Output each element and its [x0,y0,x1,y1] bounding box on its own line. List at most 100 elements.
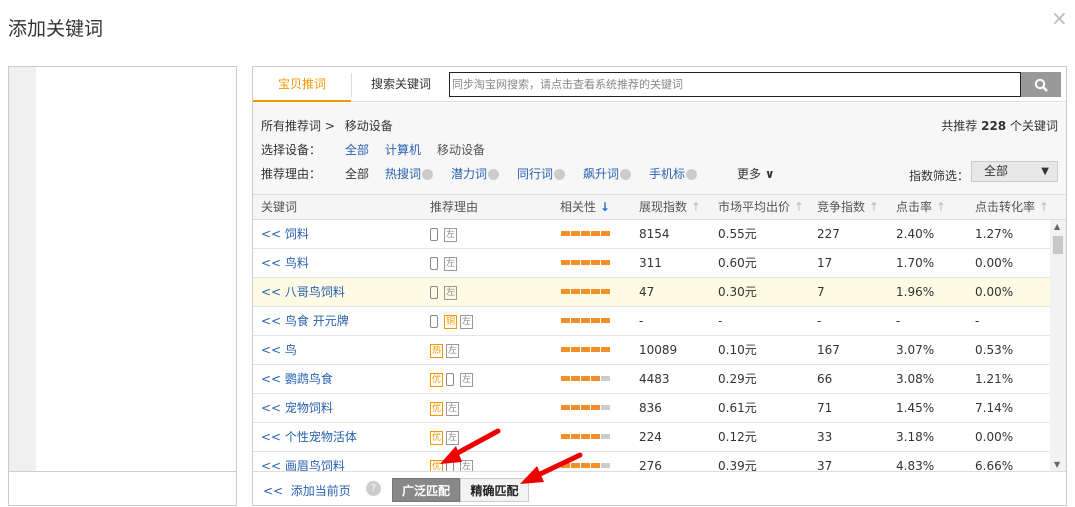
table-row[interactable]: << 饲料 左 8154 0.55元 227 2.40% 1.27% [253,220,1050,249]
keyword-link[interactable]: << 画眉鸟饲料 [261,452,345,471]
competition-index: - [817,314,822,328]
more-label: 更多 [737,167,762,181]
keyword-link[interactable]: << 个性宠物活体 [261,423,357,451]
keyword-link[interactable]: << 宠物饲料 [261,394,333,422]
show-index: 8154 [639,227,670,241]
table-row[interactable]: << 八哥鸟饲料 左 47 0.30元 7 1.96% 0.00% [253,278,1050,307]
table-row[interactable]: << 宠物饲料 优左 836 0.61元 71 1.45% 7.14% [253,394,1050,423]
table-row[interactable]: << 个性宠物活体 优左 224 0.12元 33 3.18% 0.00% [253,423,1050,452]
col-show[interactable]: 展现指数 ↑ [639,195,701,219]
col-competition[interactable]: 竞争指数 ↑ [817,195,879,219]
reason-potential[interactable]: 潜力词 [451,167,487,181]
keyword-link[interactable]: << 鸟食 开元牌 [261,307,349,335]
reason-hot[interactable]: 热搜词 [385,167,421,181]
phone-icon [446,460,455,471]
sort-up-icon: ↑ [793,200,804,214]
recommend-panel: 宝贝推词 搜索关键词 同步淘宝网搜索，请点击查看系统推荐的关键词 所有推荐词 >… [252,66,1067,506]
exact-match-button[interactable]: 精确匹配 [460,478,529,502]
col-cvr[interactable]: 点击转化率 ↑ [975,195,1049,219]
tag-badge: 左 [446,343,460,358]
help-icon[interactable] [686,169,698,180]
tag-badge: 左 [446,430,460,445]
relevance-segment [561,434,570,439]
click-rate: - [896,314,901,328]
avg-price: 0.30元 [718,285,757,299]
reason-tags: 铜左 [430,307,476,335]
col-ctr[interactable]: 点击率 ↑ [896,195,946,219]
relevance-segment [601,434,610,439]
competition-index: 33 [817,430,833,444]
tab-search-keyword[interactable]: 搜索关键词 [371,67,431,102]
reason-tags: 左 [430,220,460,248]
relevance-segment [591,231,600,236]
scrollbar[interactable]: ▲ ▼ [1050,220,1066,471]
table-row[interactable]: << 鸟 热左 10089 0.10元 167 3.07% 0.53% [253,336,1050,365]
phone-icon [430,257,438,270]
reason-tags: 优左 [430,423,462,451]
keyword-link[interactable]: << 八哥鸟饲料 [261,278,345,306]
help-icon[interactable] [422,169,434,180]
reason-rising[interactable]: 飙升词 [583,167,619,181]
search-button[interactable] [1021,72,1061,97]
index-filter-select[interactable]: 全部 ▼ [971,161,1058,182]
divider [351,73,352,97]
reason-mobile[interactable]: 手机标 [649,167,685,181]
broad-match-button[interactable]: 广泛匹配 [392,478,460,502]
table-row[interactable]: << 鹦鹉鸟食优左 4483 0.29元 66 3.08% 1.21% [253,365,1050,394]
relevance-segment [561,289,570,294]
scroll-up-icon[interactable]: ▲ [1054,222,1060,231]
device-mobile[interactable]: 移动设备 [437,141,485,158]
relevance-segment [581,463,590,468]
relevance-segment [601,405,610,410]
reason-peer[interactable]: 同行词 [517,167,553,181]
add-current-page-link[interactable]: << 添加当前页 [263,482,351,499]
relevance-segment [601,289,610,294]
search-input[interactable]: 同步淘宝网搜索，请点击查看系统推荐的关键词 [449,72,1021,97]
show-index: 47 [639,285,655,299]
reason-all[interactable]: 全部 [345,165,369,182]
click-rate: 1.70% [896,256,935,270]
relevance-segment [561,318,570,323]
help-icon[interactable] [620,169,632,180]
keyword-link[interactable]: << 鸟 [261,336,297,364]
col-relevance[interactable]: 相关性 ↓ [560,195,610,219]
relevance-segment [571,434,580,439]
click-rate: 3.08% [896,372,935,386]
sort-up-icon: ↑ [690,200,701,214]
click-rate: 4.83% [896,459,935,471]
show-index: 4483 [639,372,670,386]
scroll-down-icon[interactable]: ▼ [1054,460,1060,469]
keyword-link[interactable]: << 鹦鹉鸟食 [261,365,333,393]
sort-down-icon: ↓ [599,200,610,214]
keyword-link[interactable]: << 饲料 [261,220,309,248]
relevance-segment [601,260,610,265]
help-icon[interactable] [554,169,566,180]
table-row[interactable]: << 鸟食 开元牌 铜左 - - - - - [253,307,1050,336]
device-computer[interactable]: 计算机 [385,141,421,158]
device-all[interactable]: 全部 [345,141,369,158]
click-rate: 3.18% [896,430,935,444]
relevance-segment [561,376,570,381]
keyword-link[interactable]: << 鸟料 [261,249,309,277]
total-count: 共推荐 228 个关键词 [941,117,1058,134]
close-icon[interactable]: × [1051,6,1068,30]
more-button[interactable]: 更多 ∨ [737,165,775,182]
phone-icon [430,286,438,299]
relevance-segment [571,289,580,294]
relevance-segment [581,376,590,381]
help-icon[interactable]: ? [366,481,381,496]
total-prefix: 共推荐 [941,119,978,133]
relevance-segment [581,289,590,294]
table-row[interactable]: << 画眉鸟饲料优左 276 0.39元 37 4.83% 6.66% [253,452,1050,471]
table-row[interactable]: << 鸟料 左 311 0.60元 17 1.70% 0.00% [253,249,1050,278]
relevance-segment [591,376,600,381]
relevance-segment [591,318,600,323]
help-icon[interactable] [488,169,500,180]
scroll-thumb[interactable] [1053,236,1063,254]
relevance-segment [581,405,590,410]
tab-item-recommend[interactable]: 宝贝推词 [253,67,351,102]
show-index: 276 [639,459,662,471]
chevron-down-icon: ∨ [764,167,775,181]
col-price[interactable]: 市场平均出价 ↑ [718,195,804,219]
breadcrumb-root[interactable]: 所有推荐词 > [261,119,335,133]
